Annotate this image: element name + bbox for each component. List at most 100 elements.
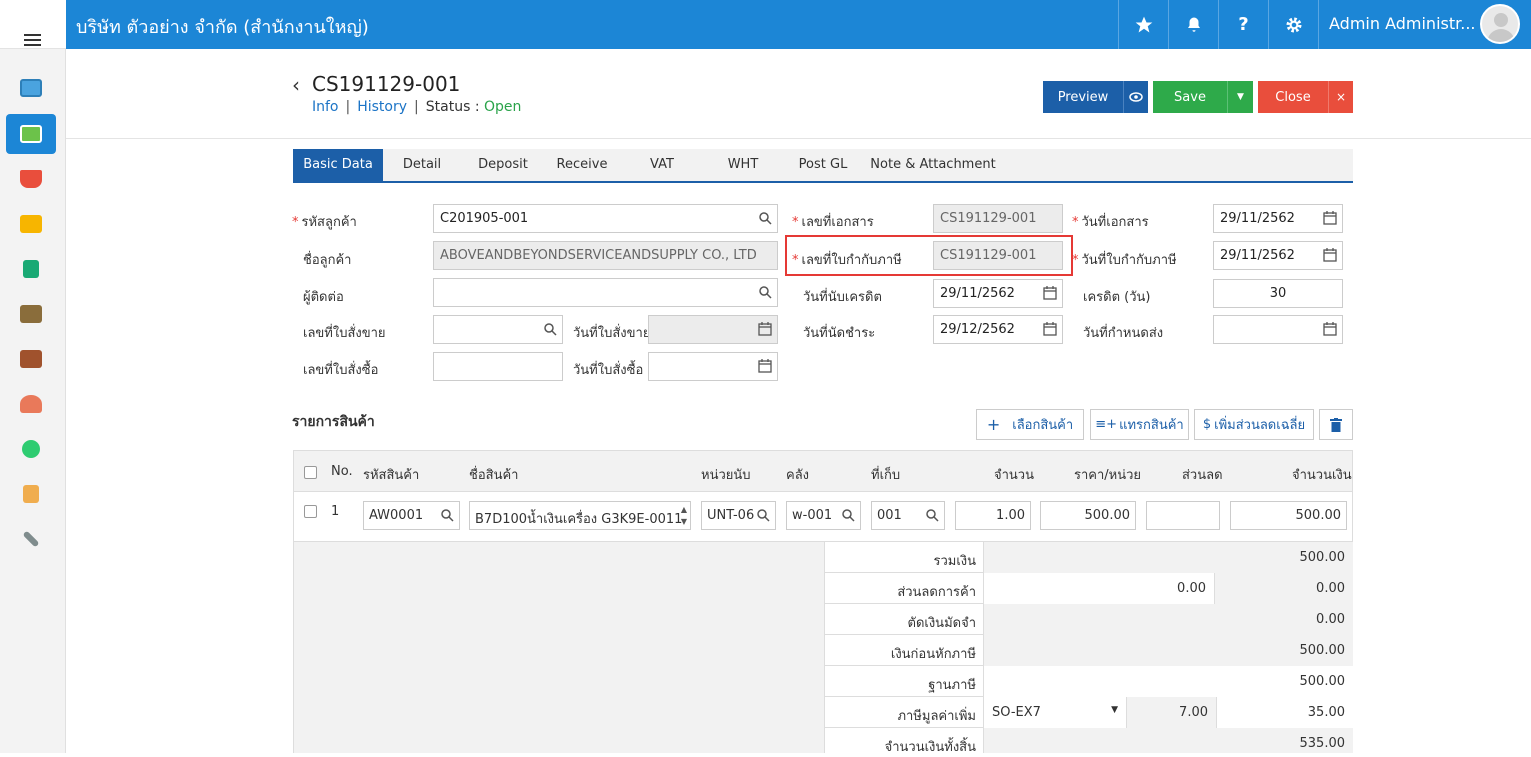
delete-button[interactable] [1319,409,1353,440]
help-button[interactable]: ? [1218,0,1268,49]
unit-input[interactable]: UNT-06 [701,501,776,530]
po-no-label: เลขที่ใบสั่งซื้อ [303,363,379,378]
sidebar-item-bank[interactable] [6,294,56,334]
sidebar-item-dashboard[interactable] [6,68,56,108]
select-product-button[interactable]: + เลือกสินค้า [976,409,1084,440]
contact-input[interactable] [433,278,778,307]
hamburger-menu-button[interactable] [0,0,66,49]
add-discount-button[interactable]: $ เพิ่มส่วนลดเฉลี่ย [1194,409,1314,440]
box-icon [20,215,42,233]
amount-input[interactable]: 500.00 [1230,501,1347,530]
col-code: รหัสสินค้า [363,468,420,483]
summary-spacer [293,542,824,753]
items-table-header: No. รหัสสินค้า ชื่อสินค้า หน่วยนับ คลัง … [293,450,1353,492]
calendar-icon[interactable] [758,359,772,373]
calendar-icon[interactable] [1323,322,1337,336]
notifications-button[interactable] [1168,0,1218,49]
credit-start-input[interactable]: 29/11/2562 [933,279,1063,308]
highlight-box [785,235,1073,276]
close-x-button[interactable]: × [1328,81,1353,113]
customer-code-input[interactable]: C201905-001 [433,204,778,233]
trash-icon [1330,417,1342,432]
doc-date-input[interactable]: 29/11/2562 [1213,204,1343,233]
preview-eye-button[interactable] [1123,81,1148,113]
bell-icon [1187,17,1200,32]
calendar-icon[interactable] [1323,248,1337,262]
status-separator: : [474,99,480,115]
user-name: Admin Administr... [1329,14,1476,33]
sidebar-item-approve[interactable] [6,429,56,469]
close-icon: × [1335,90,1347,104]
user-menu[interactable]: Admin Administr... [1318,0,1531,49]
vat-label: ภาษีมูลค่าเพิ่ม [824,697,984,728]
search-icon[interactable] [925,508,939,522]
delivery-date-label: วันที่กำหนดส่ง [1083,326,1164,341]
search-icon[interactable] [543,322,557,336]
search-icon[interactable] [758,211,772,225]
sidebar-item-finance[interactable] [6,339,56,379]
product-name-input[interactable]: B7D100น้ำเงินเครื่อง G3K9E-0011 ▲ ▼ [469,501,691,530]
sidebar-item-tools[interactable] [6,519,56,559]
col-qty: จำนวน [994,468,1034,483]
info-link[interactable]: Info [312,99,339,115]
search-icon[interactable] [841,508,855,522]
so-no-input[interactable] [433,315,563,344]
before-tax-label: เงินก่อนหักภาษี [824,635,984,666]
favorites-button[interactable] [1118,0,1168,49]
calendar-icon[interactable] [1043,286,1057,300]
tab-deposit[interactable]: Deposit [461,149,545,181]
tax-invoice-date-input[interactable]: 29/11/2562 [1213,241,1343,270]
select-all-checkbox[interactable] [304,466,317,479]
sidebar-item-accounting[interactable] [6,249,56,289]
back-chevron-icon[interactable]: ‹ [292,73,300,97]
preview-button[interactable]: Preview [1043,81,1123,113]
tab-wht[interactable]: WHT [705,149,781,181]
po-date-input[interactable] [648,352,778,381]
delivery-date-input[interactable] [1213,315,1343,344]
warehouse-input[interactable]: w-001 [786,501,861,530]
sidebar-item-sales[interactable] [6,114,56,154]
spinner-icon[interactable]: ▲ ▼ [681,504,687,528]
tax-base-label: ฐานภาษี [824,666,984,697]
location-input[interactable]: 001 [871,501,945,530]
calendar-icon[interactable] [1043,322,1057,336]
row-checkbox[interactable] [304,505,317,518]
tab-receive[interactable]: Receive [545,149,619,181]
qty-input[interactable]: 1.00 [955,501,1031,530]
product-code-input[interactable]: AW0001 [363,501,460,530]
search-icon[interactable] [758,285,772,299]
price-input[interactable]: 500.00 [1040,501,1136,530]
credit-days-input[interactable]: 30 [1213,279,1343,308]
tab-basic-data[interactable]: Basic Data [293,149,383,181]
trade-discount-input[interactable]: 0.00 [984,573,1215,604]
sidebar-item-inventory[interactable] [6,204,56,244]
po-no-input[interactable] [433,352,563,381]
avatar[interactable] [1480,4,1520,44]
tab-note-attachment[interactable]: Note & Attachment [865,149,1001,181]
search-icon[interactable] [756,508,770,522]
close-button[interactable]: Close [1258,81,1328,113]
so-date-label: วันที่ใบสั่งขาย [573,326,651,341]
tab-post-gl[interactable]: Post GL [781,149,865,181]
calendar-icon[interactable] [1323,211,1337,225]
customer-name-field: ABOVEANDBEYONDSERVICEANDSUPPLY CO., LTD [433,241,778,270]
contact-label: ผู้ติดต่อ [303,290,344,305]
save-dropdown-button[interactable]: ▼ [1227,81,1253,113]
sidebar-item-purchase[interactable] [6,159,56,199]
vat-code-select[interactable]: SO-EX7 ▼ [984,697,1127,728]
wallet-icon [20,350,42,368]
discount-input[interactable] [1146,501,1220,530]
tab-vat[interactable]: VAT [619,149,705,181]
settings-button[interactable] [1268,0,1318,49]
tab-detail[interactable]: Detail [383,149,461,181]
search-icon[interactable] [440,508,454,522]
doc-no-label: * เลขที่เอกสาร [792,215,874,230]
due-date-input[interactable]: 29/12/2562 [933,315,1063,344]
sidebar-item-hr[interactable] [6,384,56,424]
summary-deposit-row: ตัดเงินมัดจำ 0.00 [824,604,1353,635]
sidebar-item-report[interactable] [6,474,56,514]
history-link[interactable]: History [357,99,407,115]
insert-product-button[interactable]: ≡+ แทรกสินค้า [1090,409,1189,440]
save-button[interactable]: Save [1153,81,1227,113]
tax-base-value[interactable]: 500.00 [984,666,1353,697]
